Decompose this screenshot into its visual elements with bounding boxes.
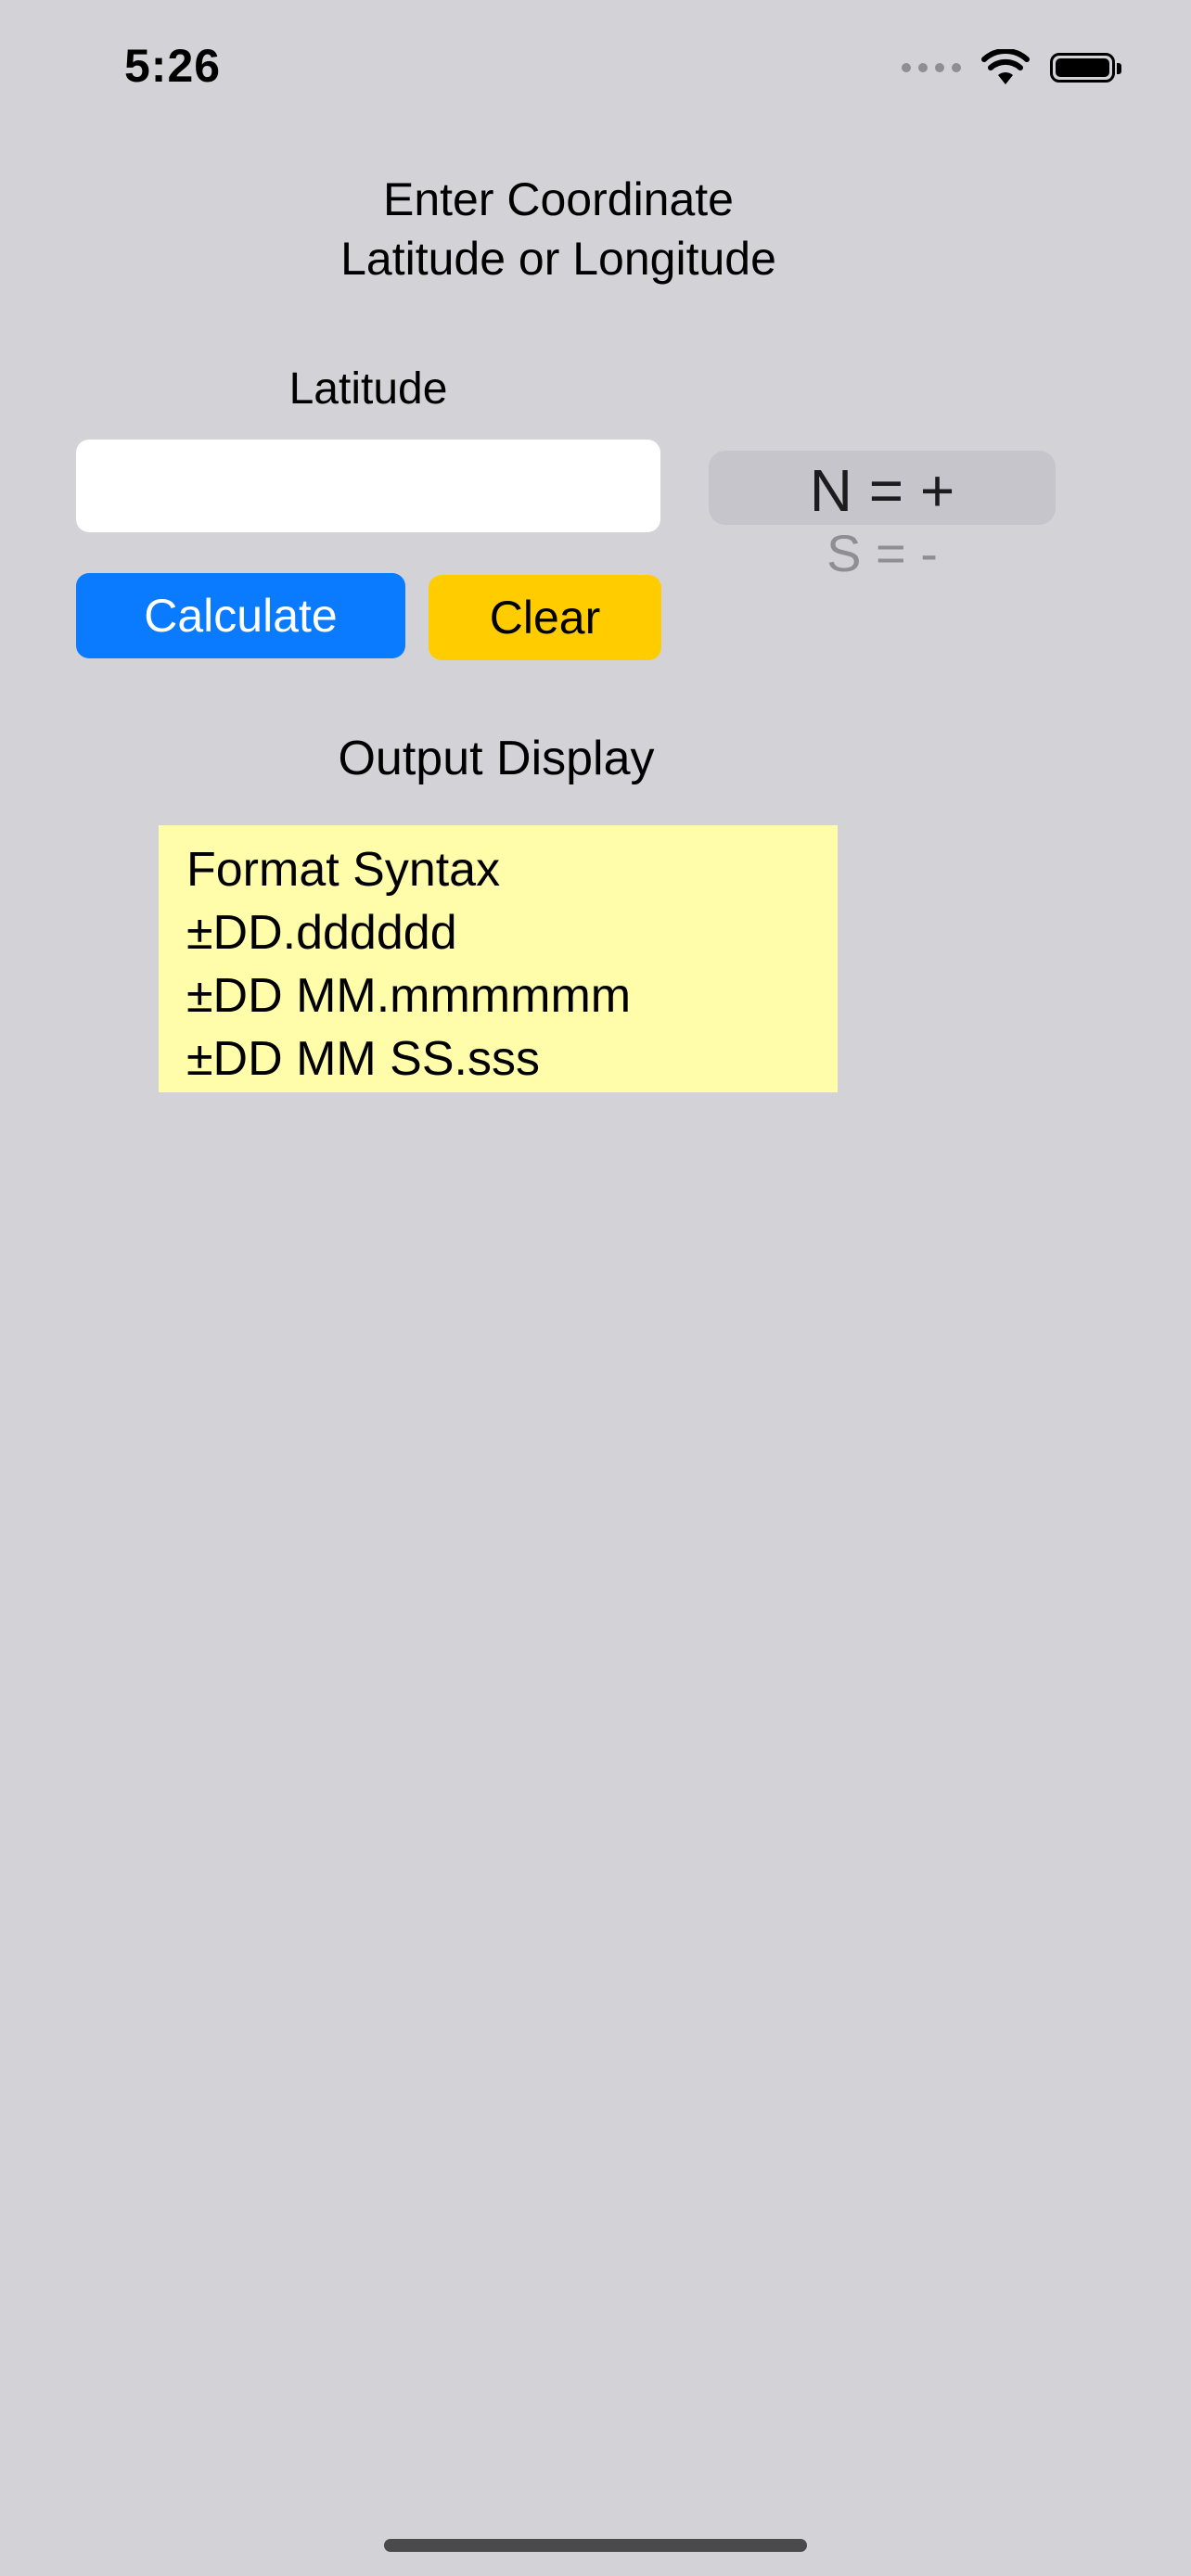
page-title-line-1: Enter Coordinate (382, 173, 734, 225)
clear-button[interactable]: Clear (429, 575, 661, 660)
picker-option-north[interactable]: N = + (709, 456, 1056, 525)
calculate-button[interactable]: Calculate (76, 573, 405, 658)
output-display-label: Output Display (338, 732, 655, 785)
home-indicator[interactable] (384, 2539, 807, 2552)
output-line: ±DD.dddddd (186, 906, 457, 960)
wifi-icon (981, 49, 1030, 84)
output-line: ±DD MM.mmmmmm (186, 969, 632, 1023)
page-title-line-2: Latitude or Longitude (340, 233, 776, 285)
coordinate-input[interactable] (76, 440, 660, 532)
latitude-label: Latitude (288, 364, 448, 414)
cellular-signal-icon (902, 63, 961, 72)
status-time: 5:26 (124, 40, 222, 92)
picker-option-more[interactable]: … (709, 582, 1056, 605)
status-icons (902, 45, 1121, 91)
battery-icon (1050, 53, 1121, 83)
output-line: Format Syntax (186, 843, 501, 897)
output-display: Format Syntax ±DD.dddddd ±DD MM.mmmmmm ±… (159, 825, 838, 1092)
picker-option-south[interactable]: S = - (709, 523, 1056, 583)
hemisphere-picker[interactable]: N = + S = - … (709, 438, 1056, 605)
output-line: ±DD MM SS.sss (186, 1032, 540, 1086)
